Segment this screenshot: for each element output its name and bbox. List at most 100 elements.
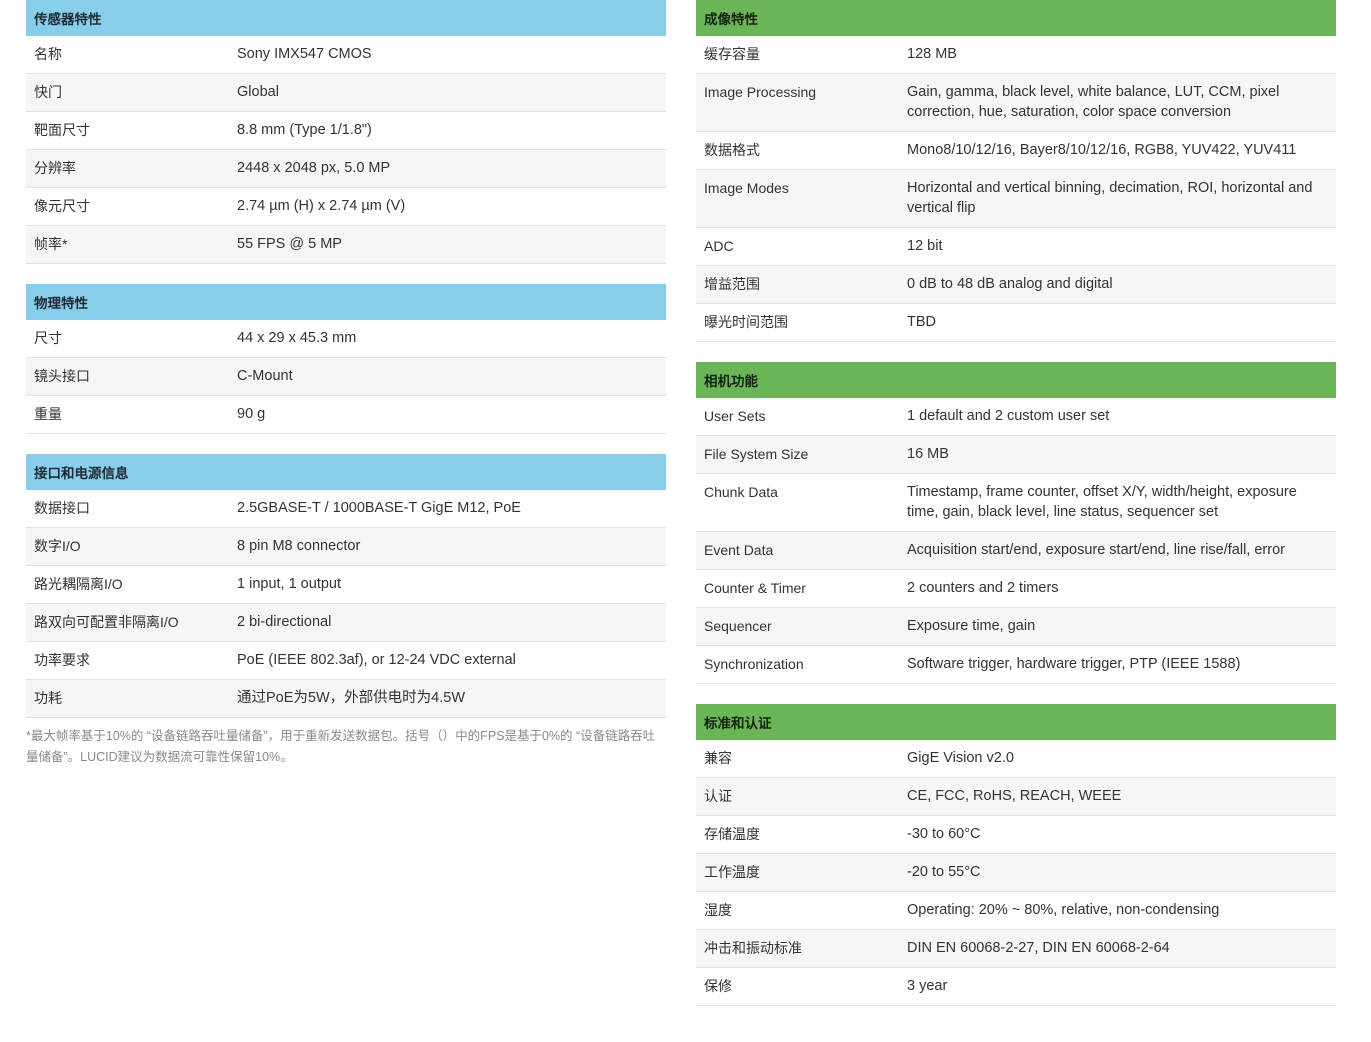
spec-value: Acquisition start/end, exposure start/en… bbox=[907, 542, 1285, 558]
spec-label: File System Size bbox=[704, 446, 809, 462]
spec-row: 功率要求 PoE (IEEE 802.3af), or 12-24 VDC ext… bbox=[26, 642, 666, 680]
spec-row: User Sets 1 default and 2 custom user set bbox=[696, 398, 1336, 436]
spec-value: Timestamp, frame counter, offset X/Y, wi… bbox=[907, 484, 1297, 520]
section-header: 标准和认证 bbox=[696, 704, 1336, 740]
spec-label: 镜头接口 bbox=[34, 368, 90, 384]
section-header: 接口和电源信息 bbox=[26, 454, 666, 490]
spec-label: Counter & Timer bbox=[704, 580, 806, 596]
spec-value: 3 year bbox=[907, 978, 948, 994]
spec-label: 功率要求 bbox=[34, 652, 90, 668]
spec-value: 2.74 µm (H) x 2.74 µm (V) bbox=[237, 198, 406, 214]
spec-label: 存储温度 bbox=[704, 826, 760, 842]
spec-value: -20 to 55°C bbox=[907, 864, 981, 880]
spec-row: 存储温度 -30 to 60°C bbox=[696, 816, 1336, 854]
spec-row: 保修 3 year bbox=[696, 968, 1336, 1006]
left-spec-table-1: 物理特性 尺寸 44 x 29 x 45.3 mm 镜头接口 C-Mount 重量 90 g bbox=[26, 284, 666, 434]
spec-row: 湿度 Operating: 20% ~ 80%, relative, non-co… bbox=[696, 892, 1336, 930]
spec-label: 工作温度 bbox=[704, 864, 760, 880]
spec-value: 8.8 mm (Type 1/1.8") bbox=[237, 122, 372, 138]
spec-value: Mono8/10/12/16, Bayer8/10/12/16, RGB8, Y… bbox=[907, 142, 1297, 158]
spec-label: 兼容 bbox=[704, 750, 732, 766]
spec-row: 镜头接口 C-Mount bbox=[26, 358, 666, 396]
spec-label: 增益范围 bbox=[704, 276, 760, 292]
spec-value: CE, FCC, RoHS, REACH, WEEE bbox=[907, 788, 1122, 804]
spec-row: Image Processing Gain, gamma, black level… bbox=[696, 74, 1336, 132]
section-rows: 缓存容量 128 MB Image Processing Gain, gamma, b… bbox=[696, 36, 1336, 342]
section-header: 相机功能 bbox=[696, 362, 1336, 398]
spec-label: 像元尺寸 bbox=[34, 198, 90, 214]
spec-label: Synchronization bbox=[704, 656, 804, 672]
spec-value: Sony IMX547 CMOS bbox=[237, 46, 372, 62]
spec-label: 尺寸 bbox=[34, 330, 62, 346]
spec-label: 认证 bbox=[704, 788, 732, 804]
spec-value: 90 g bbox=[237, 406, 266, 422]
section-header: 成像特性 bbox=[696, 0, 1336, 36]
spec-label: 帧率* bbox=[34, 236, 68, 252]
spec-label: 冲击和振动标准 bbox=[704, 940, 802, 956]
spec-row: Chunk Data Timestamp, frame counter, offs… bbox=[696, 474, 1336, 532]
section-header: 物理特性 bbox=[26, 284, 666, 320]
spec-value: -30 to 60°C bbox=[907, 826, 981, 842]
spec-row: 认证 CE, FCC, RoHS, REACH, WEEE bbox=[696, 778, 1336, 816]
spec-row: 帧率* 55 FPS @ 5 MP bbox=[26, 226, 666, 264]
spec-label: 数据接口 bbox=[34, 500, 90, 516]
section-header: 传感器特性 bbox=[26, 0, 666, 36]
spec-label: 快门 bbox=[34, 84, 62, 100]
spec-label: Event Data bbox=[704, 542, 774, 558]
spec-label: 曝光时间范围 bbox=[704, 314, 788, 330]
spec-value: 通过PoE为5W，外部供电时为4.5W bbox=[237, 690, 465, 706]
spec-value: PoE (IEEE 802.3af), or 12-24 VDC externa… bbox=[237, 652, 516, 668]
spec-row: ADC 12 bit bbox=[696, 228, 1336, 266]
spec-value: 8 pin M8 connector bbox=[237, 538, 361, 554]
spec-row: 靶面尺寸 8.8 mm (Type 1/1.8") bbox=[26, 112, 666, 150]
spec-value: DIN EN 60068-2-27, DIN EN 60068-2-64 bbox=[907, 940, 1170, 956]
left-spec-table-0: 传感器特性 名称 Sony IMX547 CMOS 快门 Global 靶面尺寸 8.8 m… bbox=[26, 0, 666, 264]
spec-value: 1 input, 1 output bbox=[237, 576, 341, 592]
spec-label: 保修 bbox=[704, 978, 732, 994]
spec-label: User Sets bbox=[704, 408, 766, 424]
spec-row: 冲击和振动标准 DIN EN 60068-2-27, DIN EN 60068-2… bbox=[696, 930, 1336, 968]
spec-label: Sequencer bbox=[704, 618, 772, 634]
section-rows: 兼容 GigE Vision v2.0 认证 CE, FCC, RoHS, REACH… bbox=[696, 740, 1336, 1006]
spec-value: Operating: 20% ~ 80%, relative, non-cond… bbox=[907, 902, 1220, 918]
spec-row: 快门 Global bbox=[26, 74, 666, 112]
spec-label: 数据格式 bbox=[704, 142, 760, 158]
spec-label: 功耗 bbox=[34, 690, 62, 706]
spec-row: Sequencer Exposure time, gain bbox=[696, 608, 1336, 646]
spec-row: 兼容 GigE Vision v2.0 bbox=[696, 740, 1336, 778]
spec-row: 缓存容量 128 MB bbox=[696, 36, 1336, 74]
spec-label: 靶面尺寸 bbox=[34, 122, 90, 138]
spec-row: Synchronization Software trigger, hardwar… bbox=[696, 646, 1336, 684]
spec-value: 128 MB bbox=[907, 46, 957, 62]
spec-value: 55 FPS @ 5 MP bbox=[237, 236, 342, 252]
spec-value: 2.5GBASE-T / 1000BASE-T GigE M12, PoE bbox=[237, 500, 521, 516]
section-rows: 名称 Sony IMX547 CMOS 快门 Global 靶面尺寸 8.8 mm (Ty… bbox=[26, 36, 666, 264]
right-spec-table-1: 相机功能 User Sets 1 default and 2 custom user… bbox=[696, 362, 1336, 684]
spec-value: TBD bbox=[907, 314, 936, 330]
spec-value: 2 bi-directional bbox=[237, 614, 332, 630]
spec-value: 2448 x 2048 px, 5.0 MP bbox=[237, 160, 391, 176]
spec-value: Horizontal and vertical binning, decimat… bbox=[907, 180, 1313, 216]
right-column: 成像特性 缓存容量 128 MB Image Processing Gain, gamm… bbox=[696, 0, 1336, 1026]
spec-label: 重量 bbox=[34, 406, 62, 422]
spec-value: 1 default and 2 custom user set bbox=[907, 408, 1110, 424]
spec-value: Global bbox=[237, 84, 279, 100]
spec-row: 数据接口 2.5GBASE-T / 1000BASE-T GigE M12, Po… bbox=[26, 490, 666, 528]
spec-row: 名称 Sony IMX547 CMOS bbox=[26, 36, 666, 74]
fps-footnote: *最大帧率基于10%的 “设备链路吞吐量储备”，用于重新发送数据包。括号（）中的… bbox=[26, 729, 656, 764]
spec-row: 功耗 通过PoE为5W，外部供电时为4.5W bbox=[26, 680, 666, 718]
section-rows: User Sets 1 default and 2 custom user set… bbox=[696, 398, 1336, 684]
spec-label: 湿度 bbox=[704, 902, 732, 918]
spec-label: 数字I/O bbox=[34, 538, 81, 554]
left-column: 传感器特性 名称 Sony IMX547 CMOS 快门 Global 靶面尺寸 8.8 m… bbox=[26, 0, 666, 768]
spec-value: C-Mount bbox=[237, 368, 293, 384]
left-spec-table-2: 接口和电源信息数据接口 2.5GBASE-T / 1000BASE-T GigE … bbox=[26, 454, 666, 718]
spec-row: 数据格式 Mono8/10/12/16, Bayer8/10/12/16, RGB… bbox=[696, 132, 1336, 170]
spec-label: Image Processing bbox=[704, 84, 817, 100]
section-rows: 数据接口 2.5GBASE-T / 1000BASE-T GigE M12, Po… bbox=[26, 490, 666, 718]
spec-value: Exposure time, gain bbox=[907, 618, 1036, 634]
spec-row: 分辨率 2448 x 2048 px, 5.0 MP bbox=[26, 150, 666, 188]
spec-row: 数字I/O 8 pin M8 connector bbox=[26, 528, 666, 566]
right-spec-table-0: 成像特性 缓存容量 128 MB Image Processing Gain, gamm… bbox=[696, 0, 1336, 342]
spec-value: 0 dB to 48 dB analog and digital bbox=[907, 276, 1113, 292]
